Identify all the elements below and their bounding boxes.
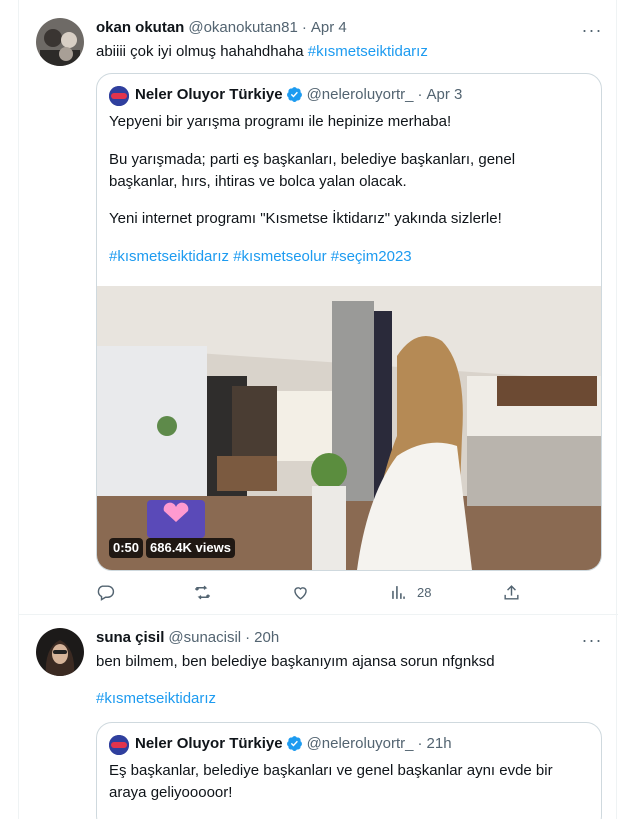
quote-line: Eş başkanlar, belediye başkanları ve gen…	[109, 762, 553, 779]
quote-line: Yepyeni bir yarışma programı ile hepiniz…	[109, 113, 452, 130]
video-views: 686.4K views	[146, 538, 235, 558]
separator-dot: ·	[301, 19, 307, 36]
quote-avatar	[109, 735, 129, 755]
quote-header: Neler Oluyor Türkiye @neleroluyortr_ · 2…	[135, 735, 452, 752]
quoted-tweet[interactable]: Neler Oluyor Türkiye @neleroluyortr_ · A…	[96, 73, 602, 571]
avatar[interactable]	[36, 18, 84, 66]
tweet[interactable]: suna çisil @sunacisil · 20h ··· ben bilm…	[19, 616, 618, 819]
separator-dot: ·	[417, 735, 423, 752]
separator-dot: ·	[245, 629, 251, 646]
author-handle[interactable]: @okanokutan81	[188, 19, 297, 36]
timestamp[interactable]: Apr 4	[311, 19, 347, 36]
share-button[interactable]	[502, 583, 521, 602]
timestamp[interactable]: 20h	[254, 629, 279, 646]
retweet-button[interactable]	[193, 583, 212, 602]
separator-dot: ·	[417, 86, 423, 103]
author-handle[interactable]: @sunacisil	[168, 629, 241, 646]
share-icon	[504, 585, 519, 600]
tweet-text-body: abiiii çok iyi olmuş hahahdhaha	[96, 43, 308, 60]
more-icon[interactable]: ···	[582, 20, 602, 40]
quote-line: başkanlar, hırs, ihtiras ve bolca yalan …	[109, 173, 407, 190]
quote-author-name: Neler Oluyor Türkiye	[135, 735, 283, 752]
retweet-icon	[194, 585, 211, 600]
views-button[interactable]: 28	[389, 583, 431, 602]
quote-line: Bu yarışmada; parti eş başkanları, beled…	[109, 151, 516, 168]
quote-header: Neler Oluyor Türkiye @neleroluyortr_ · A…	[135, 86, 462, 103]
quote-timestamp: 21h	[426, 735, 452, 752]
like-icon	[294, 587, 307, 600]
timeline: okan okutan @okanokutan81 · Apr 4 ··· ab…	[18, 0, 618, 819]
verified-icon	[286, 735, 303, 752]
tweet-header: suna çisil @sunacisil · 20h	[96, 629, 279, 646]
like-button[interactable]	[291, 583, 310, 602]
quote-avatar	[109, 86, 129, 106]
quote-line: araya geliyooooor!	[109, 784, 233, 801]
quote-author-name: Neler Oluyor Türkiye	[135, 86, 283, 103]
views-count: 28	[417, 585, 432, 600]
video-duration: 0:50	[109, 538, 144, 558]
quote-author-handle: @neleroluyortr_	[306, 86, 414, 103]
hashtag-link[interactable]: #kısmetseiktidarız	[308, 43, 428, 60]
tweet-header: okan okutan @okanokutan81 · Apr 4	[96, 19, 347, 36]
reply-button[interactable]	[96, 583, 115, 602]
video-player[interactable]: 0:50 686.4K views	[97, 286, 601, 570]
views-icon	[392, 586, 405, 599]
tweet-text: abiiii çok iyi olmuş hahahdhaha #kısmets…	[96, 42, 428, 62]
tweet[interactable]: okan okutan @okanokutan81 · Apr 4 ··· ab…	[19, 0, 618, 615]
hashtag-link[interactable]: #kısmetseiktidarız	[96, 689, 216, 709]
quote-hashtags[interactable]: #kısmetseiktidarız #kısmetseolur #seçim2…	[109, 247, 412, 267]
avatar[interactable]	[36, 628, 84, 676]
tweet-text: ben bilmem, ben belediye başkanıyım ajan…	[96, 653, 495, 670]
quote-timestamp: Apr 3	[426, 86, 463, 103]
reply-icon	[97, 585, 115, 601]
verified-icon	[286, 86, 303, 103]
quote-author-handle: @neleroluyortr_	[306, 735, 414, 752]
author-name[interactable]: okan okutan	[96, 19, 184, 36]
author-name[interactable]: suna çisil	[96, 629, 164, 646]
video-thumbnail	[97, 286, 601, 570]
more-icon[interactable]: ···	[582, 630, 602, 650]
quote-line: Yeni internet programı "Kısmetse İktidar…	[109, 210, 502, 227]
quoted-tweet[interactable]: Neler Oluyor Türkiye @neleroluyortr_ · 2…	[96, 722, 602, 819]
